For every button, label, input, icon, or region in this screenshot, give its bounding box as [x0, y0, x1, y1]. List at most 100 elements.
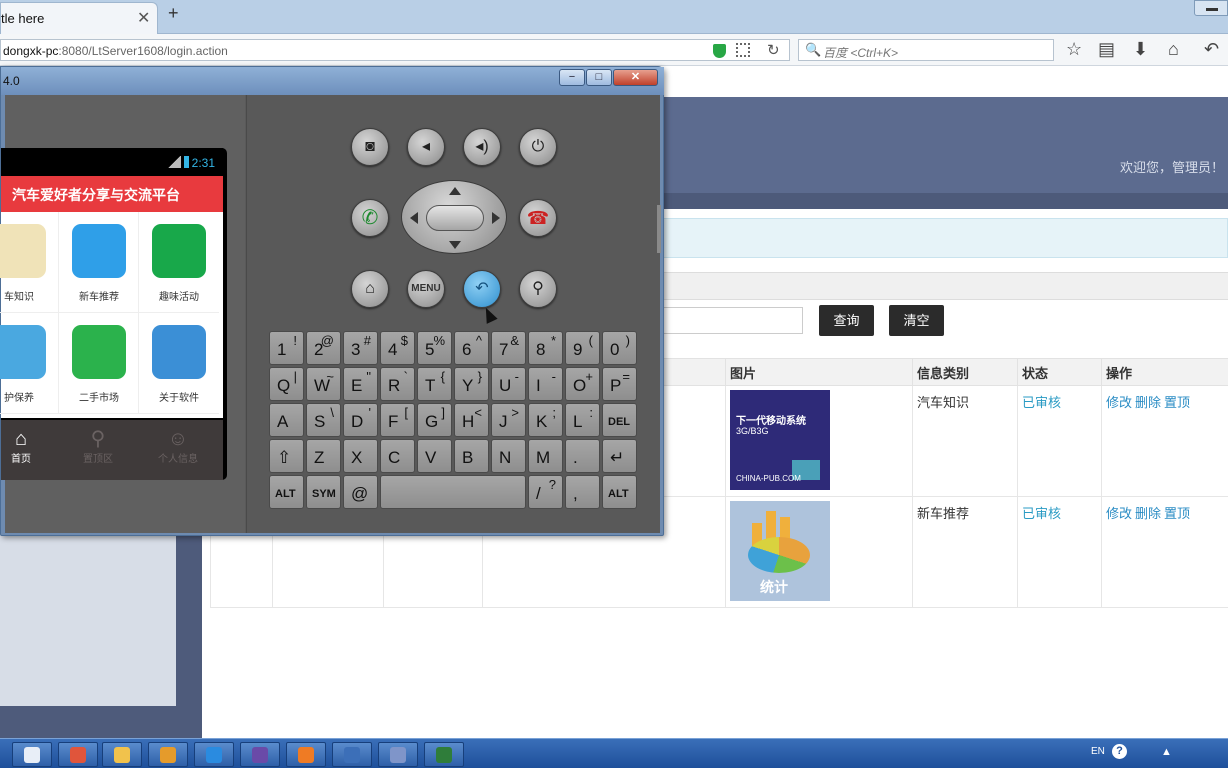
- key-@[interactable]: @: [343, 475, 378, 509]
- android-icon[interactable]: [424, 742, 464, 767]
- android-screen[interactable]: 2:31 汽车爱好者分享与交流平台 车知识 新车推荐 趣味活动 护保养 二手市场…: [0, 148, 227, 480]
- key-d[interactable]: D ': [343, 403, 378, 437]
- volume-up-icon[interactable]: ◂): [463, 128, 501, 166]
- delete-link[interactable]: 删除: [1135, 395, 1161, 410]
- key-n[interactable]: N: [491, 439, 526, 473]
- camera-icon[interactable]: ◙: [351, 128, 389, 166]
- eclipse-icon[interactable]: [240, 742, 280, 767]
- home-icon[interactable]: ⌂: [1168, 39, 1179, 60]
- status-link[interactable]: 已审核: [1022, 395, 1061, 410]
- key-0[interactable]: 0): [602, 331, 637, 365]
- tray-expand-icon[interactable]: ▲: [1161, 746, 1172, 758]
- back-icon[interactable]: ↶: [463, 270, 501, 308]
- key-q[interactable]: Q |: [269, 367, 304, 401]
- search-icon[interactable]: ⚲: [519, 270, 557, 308]
- new-tab-button[interactable]: +: [168, 3, 179, 24]
- grid-item-maintenance[interactable]: 护保养: [0, 313, 59, 414]
- clear-button[interactable]: 清空: [889, 305, 944, 336]
- key-y[interactable]: Y}: [454, 367, 489, 401]
- dpad-center[interactable]: [426, 205, 484, 231]
- key-k[interactable]: K;: [528, 403, 563, 437]
- star-icon[interactable]: ☆: [1066, 39, 1082, 60]
- key-space[interactable]: [380, 475, 526, 509]
- dpad-up-icon[interactable]: [449, 187, 461, 195]
- disk-icon[interactable]: [378, 742, 418, 767]
- key-1[interactable]: 1!: [269, 331, 304, 365]
- key-/[interactable]: /?: [528, 475, 563, 509]
- key-x[interactable]: X: [343, 439, 378, 473]
- tab-profile[interactable]: ☺ 个人信息: [143, 428, 213, 465]
- emulator-maximize-button[interactable]: □: [586, 69, 612, 86]
- key-del[interactable]: DEL: [602, 403, 637, 437]
- grid-item-about[interactable]: 关于软件: [139, 313, 219, 414]
- grid-item-activities[interactable]: 趣味活动: [139, 212, 219, 313]
- tab-home[interactable]: ⌂ 首页: [0, 428, 56, 465]
- key-h[interactable]: H <: [454, 403, 489, 437]
- key-m[interactable]: M: [528, 439, 563, 473]
- key-shift[interactable]: ⇧: [269, 439, 304, 473]
- document-icon[interactable]: [12, 742, 52, 767]
- key-.[interactable]: .: [565, 439, 600, 473]
- key-c[interactable]: C: [380, 439, 415, 473]
- key-alt[interactable]: ALT: [269, 475, 304, 509]
- emulator-scrollbar[interactable]: [657, 205, 661, 253]
- emulator-title-bar[interactable]: 4.0 − □ ✕: [1, 67, 664, 95]
- language-indicator[interactable]: EN: [1091, 746, 1105, 757]
- key-alt[interactable]: ALT: [602, 475, 637, 509]
- download-icon[interactable]: ⬇: [1133, 39, 1148, 60]
- key-s[interactable]: S \: [306, 403, 341, 437]
- key-enter[interactable]: ↵: [602, 439, 637, 473]
- key-t[interactable]: T{: [417, 367, 452, 401]
- shield-icon[interactable]: [713, 44, 726, 58]
- key-,[interactable]: ,: [565, 475, 600, 509]
- key-6[interactable]: 6 ^: [454, 331, 489, 365]
- volume-down-icon[interactable]: ◂: [407, 128, 445, 166]
- firefox-icon[interactable]: [286, 742, 326, 767]
- key-u[interactable]: U-: [491, 367, 526, 401]
- key-7[interactable]: 7 &: [491, 331, 526, 365]
- key-b[interactable]: B: [454, 439, 489, 473]
- status-link[interactable]: 已审核: [1022, 506, 1061, 521]
- dpad-down-icon[interactable]: [449, 241, 461, 249]
- close-icon[interactable]: ✕: [137, 8, 150, 28]
- url-field[interactable]: dongxk-pc:8080/LtServer1608/login.action…: [0, 39, 790, 61]
- help-icon[interactable]: ?: [1112, 744, 1127, 759]
- qr-icon[interactable]: [736, 43, 750, 57]
- dpad-left-icon[interactable]: [410, 212, 418, 224]
- book-icon[interactable]: [148, 742, 188, 767]
- key-j[interactable]: J >: [491, 403, 526, 437]
- search-field[interactable]: 🔍 百度 <Ctrl+K>: [798, 39, 1054, 61]
- grid-item-new-cars[interactable]: 新车推荐: [59, 212, 139, 313]
- key-o[interactable]: O +: [565, 367, 600, 401]
- tab-pinned[interactable]: ⚲ 置顶区: [63, 428, 133, 465]
- power-icon[interactable]: ⏻: [519, 128, 557, 166]
- key-9[interactable]: 9(: [565, 331, 600, 365]
- home-icon[interactable]: ⌂: [351, 270, 389, 308]
- key-2[interactable]: 2 @: [306, 331, 341, 365]
- edit-link[interactable]: 修改: [1106, 506, 1132, 521]
- book-cover-thumbnail[interactable]: 下一代移动系统 3G/B3G CHINA-PUB.COM: [730, 390, 830, 490]
- minimize-button[interactable]: [1194, 0, 1228, 16]
- end-call-icon[interactable]: ☎: [519, 199, 557, 237]
- dpad-right-icon[interactable]: [492, 212, 500, 224]
- dpad[interactable]: [401, 180, 507, 254]
- key-5[interactable]: 5%: [417, 331, 452, 365]
- browser-tab[interactable]: tle here ✕: [0, 2, 158, 34]
- call-icon[interactable]: ✆: [351, 199, 389, 237]
- key-z[interactable]: Z: [306, 439, 341, 473]
- grid-item-used-market[interactable]: 二手市场: [59, 313, 139, 414]
- key-3[interactable]: 3 #: [343, 331, 378, 365]
- emulator-minimize-button[interactable]: −: [559, 69, 585, 86]
- pin-link[interactable]: 置顶: [1164, 506, 1190, 521]
- tool-icon[interactable]: [332, 742, 372, 767]
- delete-link[interactable]: 删除: [1135, 506, 1161, 521]
- key-e[interactable]: E ": [343, 367, 378, 401]
- grid-item-car-knowledge[interactable]: 车知识: [0, 212, 59, 313]
- key-i[interactable]: I-: [528, 367, 563, 401]
- filter-input[interactable]: [660, 307, 803, 334]
- key-8[interactable]: 8 *: [528, 331, 563, 365]
- pin-link[interactable]: 置顶: [1164, 395, 1190, 410]
- key-f[interactable]: F[: [380, 403, 415, 437]
- key-l[interactable]: L:: [565, 403, 600, 437]
- key-p[interactable]: P =: [602, 367, 637, 401]
